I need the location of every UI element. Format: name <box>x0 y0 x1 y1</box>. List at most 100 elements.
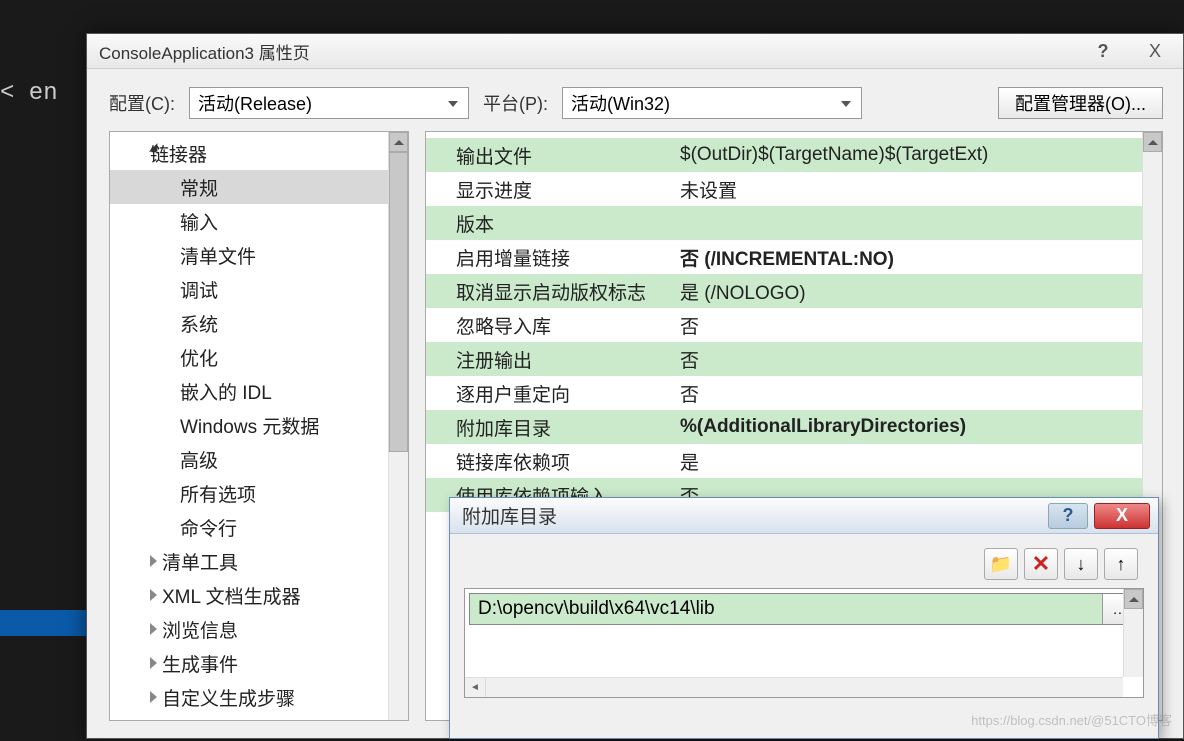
tree-item[interactable]: 嵌入的 IDL <box>110 374 408 408</box>
property-row[interactable]: 显示进度未设置 <box>426 172 1162 206</box>
expand-icon <box>150 657 163 669</box>
config-label: 配置(C): <box>109 90 175 116</box>
background-code-text: < en <box>0 80 58 107</box>
tree-item[interactable]: XML 文档生成器 <box>110 578 408 612</box>
tree-item[interactable]: 常规 <box>110 170 408 204</box>
property-row[interactable]: 输出文件$(OutDir)$(TargetName)$(TargetExt) <box>426 138 1162 172</box>
property-name: 取消显示启动版权标志 <box>426 278 672 305</box>
property-name: 启用增量链接 <box>426 244 672 271</box>
tree-item-label: 清单文件 <box>180 242 256 269</box>
tree-item-label: 嵌入的 IDL <box>180 378 272 405</box>
move-down-button[interactable]: ↓ <box>1064 548 1098 580</box>
config-row: 配置(C): 活动(Release) 平台(P): 活动(Win32) 配置管理… <box>87 69 1183 131</box>
directory-input[interactable] <box>470 594 1102 624</box>
tree-item[interactable]: 所有选项 <box>110 476 408 510</box>
property-value: $(OutDir)$(TargetName)$(TargetExt) <box>672 144 1162 166</box>
tree-item[interactable]: 高级 <box>110 442 408 476</box>
property-row[interactable]: 忽略导入库否 <box>426 308 1162 342</box>
property-name: 链接库依赖项 <box>426 448 672 475</box>
move-up-button[interactable]: ↑ <box>1104 548 1138 580</box>
property-row[interactable]: 版本 <box>426 206 1162 240</box>
tree-scrollbar[interactable] <box>388 132 408 720</box>
expand-icon <box>150 623 163 635</box>
property-value: 未设置 <box>672 176 1162 203</box>
tree-item[interactable]: 生成事件 <box>110 646 408 680</box>
list-vscrollbar[interactable] <box>1123 589 1143 677</box>
additional-lib-dirs-dialog: 附加库目录 ? X 📁 ✕ ↓ ↑ ... <box>449 497 1159 739</box>
platform-dropdown[interactable]: 活动(Win32) <box>562 87 862 119</box>
tree-item[interactable]: 输入 <box>110 204 408 238</box>
tree-item-label: 优化 <box>180 344 218 371</box>
tree-item[interactable]: 清单文件 <box>110 238 408 272</box>
tree-item[interactable]: 调试 <box>110 272 408 306</box>
sub-close-button[interactable]: X <box>1094 503 1150 529</box>
tree-item-label: 自定义生成步骤 <box>162 684 295 711</box>
property-name: 注册输出 <box>426 346 672 373</box>
expand-icon <box>150 589 163 601</box>
tree-item[interactable]: 优化 <box>110 340 408 374</box>
expand-icon <box>150 555 163 567</box>
tree-item-label: 常规 <box>180 174 218 201</box>
property-value: %(AdditionalLibraryDirectories) <box>672 416 1162 438</box>
list-hscrollbar[interactable] <box>465 677 1123 697</box>
tree-item[interactable]: 浏览信息 <box>110 612 408 646</box>
delete-button[interactable]: ✕ <box>1024 548 1058 580</box>
property-value: 否 <box>672 312 1162 339</box>
property-value: 否 (/INCREMENTAL:NO) <box>672 244 1162 271</box>
dialog-title: ConsoleApplication3 属性页 <box>99 39 1079 64</box>
tree-item[interactable]: 自定义生成步骤 <box>110 680 408 714</box>
property-name: 忽略导入库 <box>426 312 672 339</box>
titlebar: ConsoleApplication3 属性页 ? X <box>87 34 1183 69</box>
property-value: 是 (/NOLOGO) <box>672 278 1162 305</box>
background-selection <box>0 610 86 636</box>
tree-item-label: 浏览信息 <box>162 616 238 643</box>
property-row[interactable]: 附加库目录%(AdditionalLibraryDirectories) <box>426 410 1162 444</box>
tree-item-label: Windows 元数据 <box>180 412 319 439</box>
tree-item[interactable]: 清单工具 <box>110 544 408 578</box>
directory-list: ... <box>464 588 1144 698</box>
sub-dialog-title: 附加库目录 <box>462 502 1048 529</box>
sub-titlebar: 附加库目录 ? X <box>450 498 1158 534</box>
sub-help-button[interactable]: ? <box>1048 503 1088 529</box>
property-value: 是 <box>672 448 1162 475</box>
property-content: 输出文件$(OutDir)$(TargetName)$(TargetExt)显示… <box>426 132 1162 512</box>
property-row[interactable]: 取消显示启动版权标志是 (/NOLOGO) <box>426 274 1162 308</box>
expand-icon <box>150 691 163 703</box>
new-folder-button[interactable]: 📁 <box>984 548 1018 580</box>
sub-body: 📁 ✕ ↓ ↑ ... <box>450 534 1158 712</box>
close-button[interactable]: X <box>1131 37 1179 65</box>
tree-item-label: 输入 <box>180 208 218 235</box>
tree-item-label: 系统 <box>180 310 218 337</box>
tree-item-label: 生成事件 <box>162 650 238 677</box>
tree-item[interactable]: 链接器 <box>110 136 408 170</box>
property-row[interactable]: 启用增量链接否 (/INCREMENTAL:NO) <box>426 240 1162 274</box>
watermark-text: https://blog.csdn.net/@51CTO博客 <box>971 710 1172 729</box>
tree-item[interactable]: Windows 元数据 <box>110 408 408 442</box>
platform-label: 平台(P): <box>483 90 548 116</box>
property-name: 显示进度 <box>426 176 672 203</box>
tree-content: 链接器常规输入清单文件调试系统优化嵌入的 IDL Windows 元数据高级所有选… <box>110 132 408 718</box>
tree-item-label: 所有选项 <box>180 480 256 507</box>
tree-item-label: 高级 <box>180 446 218 473</box>
tree-item-label: 调试 <box>180 276 218 303</box>
config-manager-button[interactable]: 配置管理器(O)... <box>998 87 1163 119</box>
tree-item-label: 清单工具 <box>162 548 238 575</box>
config-dropdown[interactable]: 活动(Release) <box>189 87 469 119</box>
property-name: 逐用户重定向 <box>426 380 672 407</box>
tree-panel: 链接器常规输入清单文件调试系统优化嵌入的 IDL Windows 元数据高级所有选… <box>109 131 409 721</box>
property-row[interactable]: 链接库依赖项是 <box>426 444 1162 478</box>
property-name: 版本 <box>426 210 672 237</box>
property-value: 否 <box>672 346 1162 373</box>
tree-item-label: 命令行 <box>180 514 237 541</box>
tree-item[interactable]: 系统 <box>110 306 408 340</box>
property-row[interactable]: 注册输出否 <box>426 342 1162 376</box>
directory-row: ... <box>469 593 1139 625</box>
sub-toolbar: 📁 ✕ ↓ ↑ <box>464 548 1144 580</box>
property-name: 输出文件 <box>426 142 672 169</box>
property-name: 附加库目录 <box>426 414 672 441</box>
help-button[interactable]: ? <box>1079 37 1127 65</box>
property-value: 否 <box>672 380 1162 407</box>
property-row[interactable]: 逐用户重定向否 <box>426 376 1162 410</box>
tree-item[interactable]: 命令行 <box>110 510 408 544</box>
tree-item-label: XML 文档生成器 <box>162 582 301 609</box>
